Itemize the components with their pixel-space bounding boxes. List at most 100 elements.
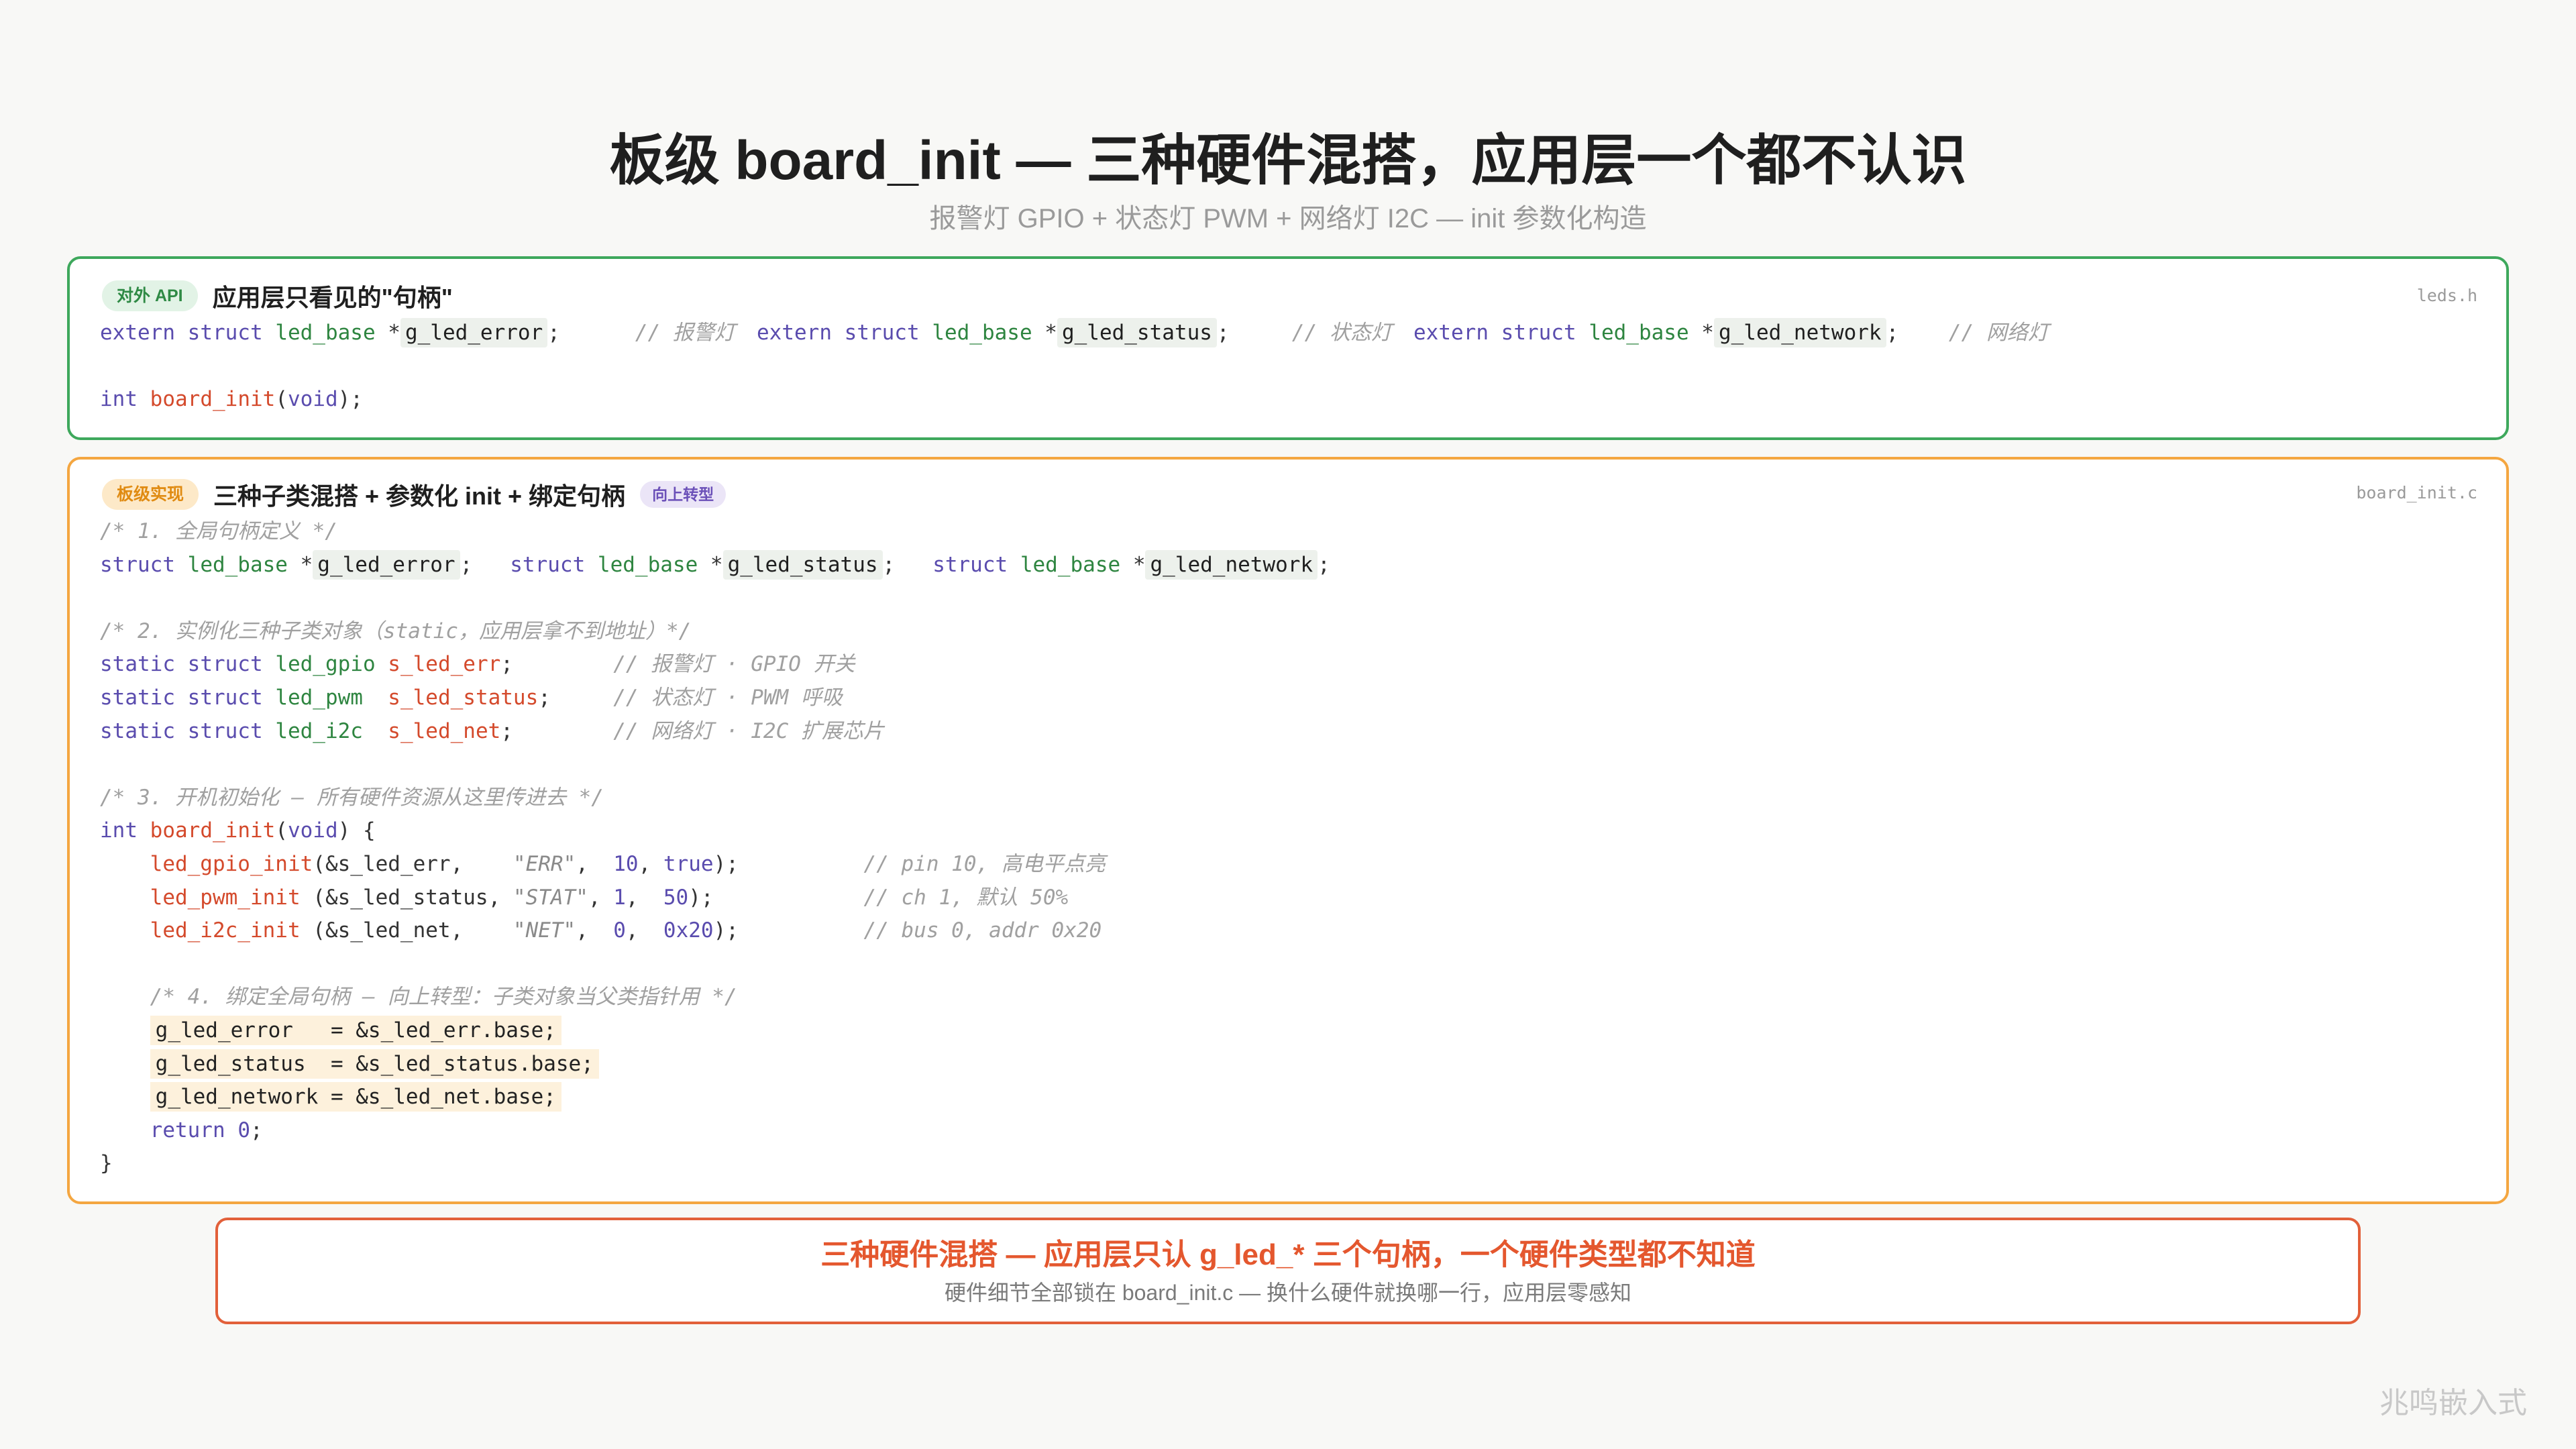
code-comment: // 报警灯 · GPIO 开关 [613, 652, 855, 677]
code-type: led_base [275, 321, 376, 345]
code-line: /* 3. 开机初始化 — 所有硬件资源从这里传进去 */ [100, 782, 1330, 815]
code-text: ; [250, 1118, 263, 1142]
code-keyword: int [100, 818, 138, 843]
code-type: led_base [187, 552, 288, 577]
code-comment: // pin 10, 高电平点亮 [863, 851, 1106, 876]
code-variable: s_led_net [388, 718, 501, 743]
code-number: 50 [663, 885, 689, 910]
api-card: 对外 API 应用层只看见的"句柄" leds.h extern struct … [67, 256, 2509, 440]
code-keyword: extern [1413, 321, 1489, 345]
impl-code-block: /* 1. 全局句柄定义 */struct led_base * g_led_er… [100, 515, 1330, 1181]
code-string: "STAT" [513, 885, 588, 910]
code-text: ( [275, 818, 288, 843]
impl-card-title: 三种子类混搭 + 参数化 init + 绑定句柄 [213, 482, 626, 510]
code-type: led_base [1020, 552, 1121, 577]
code-text: , [576, 851, 614, 876]
code-comment: // ch 1, 默认 50% [863, 885, 1069, 910]
code-keyword: static [100, 718, 175, 743]
code-keyword: struct [187, 718, 263, 743]
upcast-tag: 向上转型 [640, 481, 727, 508]
code-line: led_i2c_init (&s_led_net, "NET", 0, 0x20… [100, 914, 1330, 948]
decl-g-led-status: extern struct led_base * g_led_status; //… [757, 317, 1413, 350]
code-keyword: extern [757, 321, 832, 345]
code-keyword: struct [844, 321, 920, 345]
code-function: led_gpio_init [150, 851, 313, 876]
code-keyword: void [287, 818, 338, 843]
file-label-leds-h: leds.h [2416, 286, 2477, 305]
code-comment: /* 4. 绑定全局句柄 — 向上转型：子类对象当父类指针用 */ [150, 985, 737, 1010]
code-line: led_pwm_init (&s_led_status, "STAT", 1, … [100, 881, 1330, 915]
code-text: * [375, 321, 400, 345]
code-line: g_led_network = &s_led_net.base; [100, 1081, 1330, 1114]
code-keyword: static [100, 685, 175, 710]
file-label-board-init-c: board_init.c [2356, 483, 2477, 502]
code-text: ; [1886, 321, 1949, 345]
code-comment: // 状态灯 [1291, 321, 1392, 345]
code-handle-highlight: g_led_error [400, 318, 548, 347]
code-comment: // bus 0, addr 0x20 [863, 918, 1102, 943]
code-keyword: struct [187, 685, 263, 710]
code-number: 0x20 [663, 918, 714, 943]
code-comment: // 报警灯 [635, 321, 735, 345]
code-line: led_gpio_init(&s_led_err, "ERR", 10, tru… [100, 848, 1330, 881]
code-bind-highlight: g_led_status = &s_led_status.base; [150, 1049, 599, 1079]
code-line: static struct led_i2c s_led_net; // 网络灯 … [100, 715, 1330, 749]
code-text: * [698, 552, 723, 577]
page-title: 板级 board_init — 三种硬件混搭，应用层一个都不认识 [609, 130, 1967, 191]
code-text: , [625, 885, 663, 910]
code-keyword: return [150, 1118, 225, 1142]
code-comment: /* 3. 开机初始化 — 所有硬件资源从这里传进去 */ [100, 785, 604, 810]
code-text: * [1032, 321, 1057, 345]
code-line: /* 4. 绑定全局句柄 — 向上转型：子类对象当父类指针用 */ [100, 981, 1330, 1014]
code-type: led_i2c [275, 718, 363, 743]
code-text: , [625, 918, 663, 943]
code-comment: /* 2. 实例化三种子类对象（static，应用层拿不到地址）*/ [100, 619, 692, 643]
code-line: g_led_error = &s_led_err.base; [100, 1014, 1330, 1048]
code-type: led_base [1589, 321, 1689, 345]
code-keyword: extern [100, 321, 175, 345]
impl-card: 板级实现 三种子类混搭 + 参数化 init + 绑定句柄 向上转型 board… [67, 457, 2509, 1204]
code-text: ( [275, 387, 288, 412]
api-card-header: 对外 API 应用层只看见的"句柄" [102, 280, 453, 312]
code-text: (&s_led_err, [313, 851, 513, 876]
api-card-title: 应用层只看见的"句柄" [212, 284, 453, 311]
code-bind-highlight: g_led_network = &s_led_net.base; [150, 1082, 561, 1112]
code-keyword: struct [510, 552, 586, 577]
code-text: * [1120, 552, 1146, 577]
code-function: led_i2c_init [150, 918, 301, 943]
code-type: led_base [597, 552, 698, 577]
code-text: * [1688, 321, 1714, 345]
code-handle-highlight: g_led_network [1145, 549, 1318, 580]
code-line: int board_init(void); [100, 383, 2049, 417]
code-keyword: void [287, 387, 338, 412]
api-badge: 对外 API [102, 280, 198, 311]
code-function: board_init [150, 387, 276, 412]
code-handle-highlight: g_led_error [313, 549, 460, 580]
code-line-extern-decls: extern struct led_base * g_led_error; // … [100, 317, 2049, 350]
page-subtitle: 报警灯 GPIO + 状态灯 PWM + 网络灯 I2C — init 参数化构… [929, 204, 1647, 233]
code-text: , [638, 851, 663, 876]
